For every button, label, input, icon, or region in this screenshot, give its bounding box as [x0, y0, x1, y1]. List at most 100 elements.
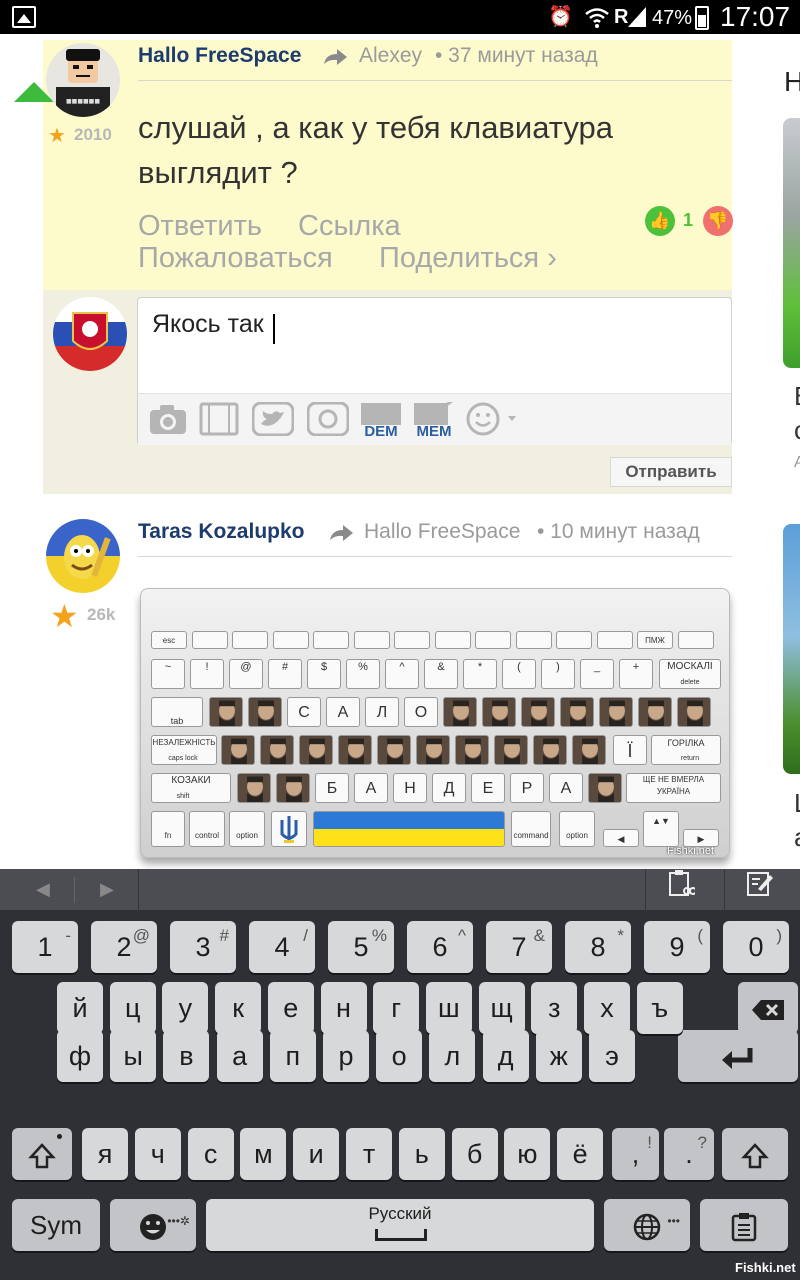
period-key[interactable]: .? [664, 1128, 714, 1180]
key-letter[interactable]: й [57, 982, 103, 1034]
author-name[interactable]: Taras Kozalupko [138, 520, 304, 544]
key-letter[interactable]: п [269, 1030, 316, 1082]
key-letter[interactable]: т [346, 1128, 392, 1180]
handwriting-icon[interactable] [724, 869, 794, 911]
demotivator-icon[interactable]: DEM [360, 402, 402, 445]
roaming-indicator: R [614, 6, 629, 28]
key-7[interactable]: 7 & [486, 921, 552, 973]
emoji-key[interactable]: •••✲ [110, 1199, 196, 1251]
key-letter[interactable]: г [373, 982, 420, 1034]
image-fn-key [475, 631, 511, 649]
key-letter[interactable]: ф [57, 1030, 103, 1082]
key-letter[interactable]: ю [504, 1128, 551, 1180]
key-8[interactable]: 8 * [565, 921, 631, 973]
key-letter[interactable]: э [589, 1030, 635, 1082]
key-letter[interactable]: и [293, 1128, 340, 1180]
period-key-sup: ? [697, 1133, 707, 1152]
avatar[interactable] [46, 519, 120, 593]
reply-link[interactable]: Ответить [138, 210, 262, 243]
report-link[interactable]: Пожаловаться [138, 242, 333, 275]
instagram-icon[interactable] [306, 401, 350, 443]
like-icon[interactable]: 👍 [645, 206, 675, 236]
camera-icon[interactable] [148, 402, 188, 443]
key-2[interactable]: 2 @ [91, 921, 157, 973]
image-fn-key [677, 631, 714, 649]
shift-key-right[interactable] [722, 1128, 788, 1180]
key-3[interactable]: 3 # [170, 921, 236, 973]
key-letter-label: п [285, 1041, 301, 1071]
key-4[interactable]: 4/ [249, 921, 315, 973]
key-6[interactable]: 6 ^ [407, 921, 473, 973]
key-letter[interactable]: у [162, 982, 209, 1034]
clipboard-icon[interactable] [645, 869, 715, 911]
reply-input[interactable]: Якось так DEM MEM [137, 297, 732, 445]
author-name[interactable]: Hallo FreeSpace [138, 44, 301, 68]
video-icon[interactable] [199, 402, 239, 443]
cursor-right-icon[interactable]: ▶ [100, 879, 114, 900]
key-letter[interactable]: м [240, 1128, 287, 1180]
user-rating: 2010 [74, 125, 112, 144]
twitter-icon[interactable] [251, 401, 295, 443]
key-letter[interactable]: с [187, 1128, 234, 1180]
backspace-key[interactable] [738, 982, 798, 1034]
key-letter[interactable]: в [163, 1030, 210, 1082]
key-0[interactable]: 0) [723, 921, 789, 973]
period-key-label: . [685, 1139, 693, 1169]
key-letter[interactable]: з [531, 982, 578, 1034]
image-letter-key: С [287, 697, 321, 727]
reply-to-name[interactable]: Alexey [359, 44, 422, 68]
shift-key-left[interactable] [12, 1128, 72, 1180]
key-9[interactable]: 9( [644, 921, 710, 973]
key-letter[interactable]: ъ [636, 982, 683, 1034]
key-letter-label: м [254, 1139, 273, 1169]
key-letter[interactable]: х [584, 982, 630, 1034]
status-bar: ⏰ R 47% 17:07 [0, 0, 800, 34]
reply-to-name[interactable]: Hallo FreeSpace [364, 520, 520, 544]
key-letter[interactable]: ж [535, 1030, 582, 1082]
key-letter[interactable]: ь [398, 1128, 445, 1180]
key-letter[interactable]: ц [109, 982, 156, 1034]
sidebar-thumbnail-1[interactable] [783, 118, 800, 368]
key-letter-label: с [203, 1139, 218, 1169]
key-letter[interactable]: б [451, 1128, 498, 1180]
key-letter[interactable]: л [429, 1030, 476, 1082]
space-key[interactable]: Русский [206, 1199, 594, 1251]
key-letter[interactable]: е [267, 982, 314, 1034]
clipboard-key[interactable] [700, 1199, 788, 1251]
key-letter[interactable]: к [215, 982, 262, 1034]
image-arrow-key: ▲▼ [643, 811, 679, 847]
sym-key[interactable]: Sym [12, 1199, 100, 1251]
key-letter[interactable]: ы [110, 1030, 157, 1082]
key-letter[interactable]: ш [425, 982, 472, 1034]
sidebar-thumbnail-2[interactable] [783, 524, 800, 774]
key-1[interactable]: 1- [12, 921, 78, 973]
key-5[interactable]: 5% [328, 921, 394, 973]
enter-key[interactable] [678, 1030, 798, 1082]
key-letter[interactable]: р [323, 1030, 369, 1082]
key-letter[interactable]: ё [557, 1128, 604, 1180]
watermark: Fishki.net [735, 1260, 796, 1275]
comma-key[interactable]: ,! [612, 1128, 659, 1180]
image-portrait-key [494, 735, 528, 765]
key-letter[interactable]: щ [478, 982, 525, 1034]
meme-icon[interactable]: MEM [413, 398, 455, 445]
key-letter[interactable]: д [482, 1030, 529, 1082]
image-portrait-key [638, 697, 672, 727]
key-letter-label: ф [68, 1041, 92, 1071]
emoji-icon[interactable] [466, 402, 518, 443]
cursor-left-icon[interactable]: ◀ [36, 879, 50, 900]
permalink-link[interactable]: Ссылка [298, 210, 401, 243]
key-letter[interactable]: н [320, 982, 367, 1034]
key-letter[interactable]: о [376, 1030, 423, 1082]
share-link[interactable]: Поделиться › [379, 242, 557, 275]
key-letter[interactable]: ч [134, 1128, 181, 1180]
comment-image-keyboard[interactable]: Fishki.net esc ПМЖ ~! @ # $% ^ & *() _ + МОСКАЛІ tab… [140, 588, 730, 858]
language-key[interactable]: ••• [604, 1199, 690, 1251]
comment-divider [138, 556, 732, 557]
avatar[interactable]: ■■■■■■ [46, 43, 120, 117]
dislike-icon[interactable]: 👎 [703, 206, 733, 236]
send-button[interactable]: Отправить [610, 457, 732, 487]
image-letter-key: Е [471, 773, 505, 803]
key-letter[interactable]: я [82, 1128, 128, 1180]
key-letter[interactable]: а [216, 1030, 263, 1082]
